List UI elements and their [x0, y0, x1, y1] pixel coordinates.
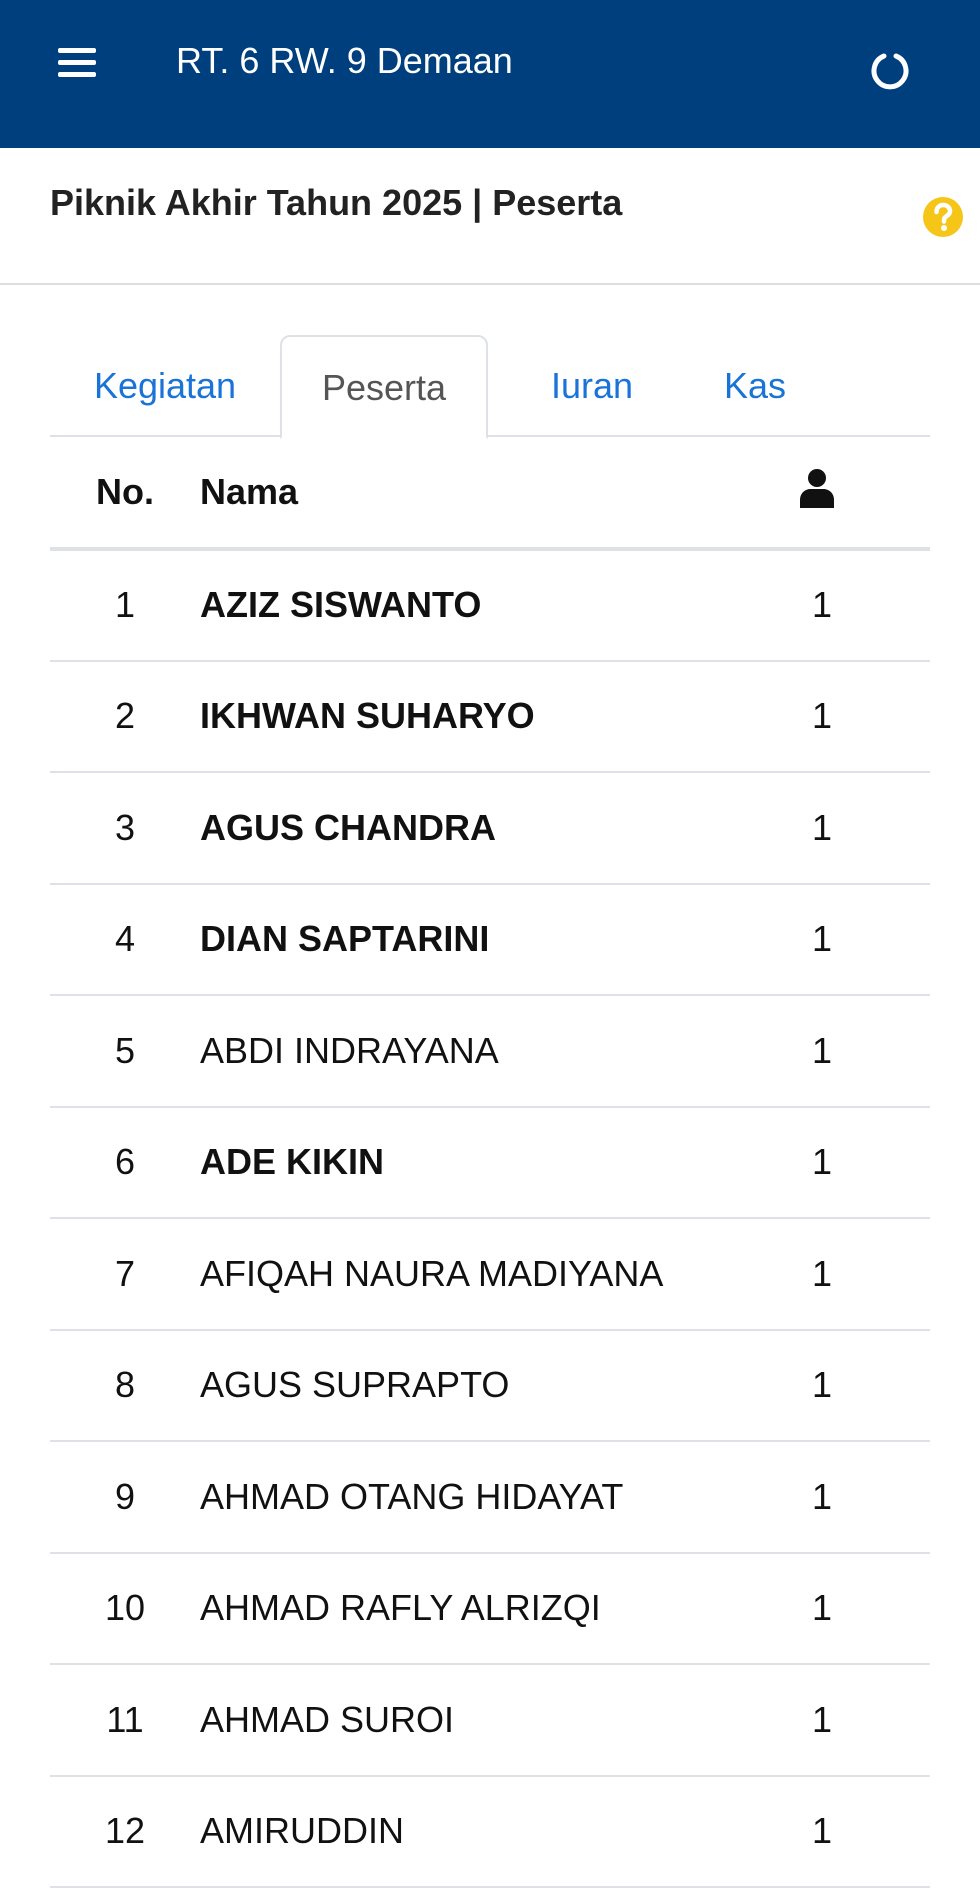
row-number: 5: [50, 995, 200, 1108]
participant-name: AZIZ SISWANTO: [200, 549, 740, 662]
participant-count: 1: [740, 1218, 930, 1331]
row-number: 8: [50, 1329, 200, 1442]
participant-name: DIAN SAPTARINI: [200, 883, 740, 996]
table-row[interactable]: 11 AHMAD SUROI 1: [50, 1664, 930, 1777]
participant-count: 1: [740, 772, 930, 885]
refresh-icon[interactable]: [870, 50, 910, 90]
column-header-nama: Nama: [200, 437, 740, 551]
row-number: 7: [50, 1218, 200, 1331]
app-bar: RT. 6 RW. 9 Demaan: [0, 0, 980, 148]
participant-name: ADE KIKIN: [200, 1106, 740, 1219]
person-icon: [798, 468, 836, 516]
tab-peserta[interactable]: Peserta: [280, 335, 488, 439]
table-row[interactable]: 1 AZIZ SISWANTO 1: [50, 549, 930, 662]
participant-name: AHMAD SUROI: [200, 1664, 740, 1777]
table-row[interactable]: 10 AHMAD RAFLY ALRIZQI 1: [50, 1552, 930, 1665]
participant-count: 1: [740, 549, 930, 662]
participant-name: AGUS SUPRAPTO: [200, 1329, 740, 1442]
participant-count: 1: [740, 1441, 930, 1554]
participant-count: 1: [740, 995, 930, 1108]
participant-name: AHMAD OTANG HIDAYAT: [200, 1441, 740, 1554]
column-header-jumlah: [740, 437, 930, 551]
participant-name: IKHWAN SUHARYO: [200, 660, 740, 773]
participant-name: AHMAD RAFLY ALRIZQI: [200, 1552, 740, 1665]
tab-bar: Kegiatan Peserta Iuran Kas: [50, 335, 930, 439]
table-row[interactable]: 6 ADE KIKIN 1: [50, 1106, 930, 1219]
table-row[interactable]: 4 DIAN SAPTARINI 1: [50, 883, 930, 996]
table-row[interactable]: 3 AGUS CHANDRA 1: [50, 772, 930, 885]
table-header-row: No. Nama: [50, 437, 930, 551]
hamburger-menu-icon[interactable]: [58, 46, 98, 78]
participant-count: 1: [740, 1664, 930, 1777]
table-row[interactable]: 5 ABDI INDRAYANA 1: [50, 995, 930, 1108]
table-row[interactable]: 9 AHMAD OTANG HIDAYAT 1: [50, 1441, 930, 1554]
page-title: Piknik Akhir Tahun 2025 | Peserta: [50, 182, 623, 223]
participant-count: 1: [740, 1775, 930, 1888]
participants-table: No. Nama 1 AZIZ SISWANTO 1 2 IKHWAN SUHARYO 1…: [50, 437, 930, 1888]
tab-iuran[interactable]: Iuran: [512, 335, 672, 437]
tab-kegiatan[interactable]: Kegiatan: [70, 335, 260, 437]
table-row[interactable]: 8 AGUS SUPRAPTO 1: [50, 1329, 930, 1442]
participant-count: 1: [740, 883, 930, 996]
row-number: 11: [50, 1664, 200, 1777]
row-number: 3: [50, 772, 200, 885]
row-number: 4: [50, 883, 200, 996]
tab-kas[interactable]: Kas: [680, 335, 830, 437]
row-number: 9: [50, 1441, 200, 1554]
table-row[interactable]: 2 IKHWAN SUHARYO 1: [50, 660, 930, 773]
table-row[interactable]: 12 AMIRUDDIN 1: [50, 1775, 930, 1888]
row-number: 1: [50, 549, 200, 662]
participant-name: ABDI INDRAYANA: [200, 995, 740, 1108]
question-circle-icon[interactable]: [922, 196, 964, 238]
participant-name: AGUS CHANDRA: [200, 772, 740, 885]
row-number: 10: [50, 1552, 200, 1665]
table-row[interactable]: 7 AFIQAH NAURA MADIYANA 1: [50, 1218, 930, 1331]
row-number: 12: [50, 1775, 200, 1888]
column-header-no: No.: [50, 437, 200, 551]
row-number: 2: [50, 660, 200, 773]
page-header: Piknik Akhir Tahun 2025 | Peserta: [0, 148, 980, 285]
participant-count: 1: [740, 660, 930, 773]
app-title: RT. 6 RW. 9 Demaan: [176, 40, 513, 81]
participant-name: AMIRUDDIN: [200, 1775, 740, 1888]
participant-count: 1: [740, 1552, 930, 1665]
participant-count: 1: [740, 1106, 930, 1219]
participant-count: 1: [740, 1329, 930, 1442]
participant-name: AFIQAH NAURA MADIYANA: [200, 1218, 740, 1331]
row-number: 6: [50, 1106, 200, 1219]
